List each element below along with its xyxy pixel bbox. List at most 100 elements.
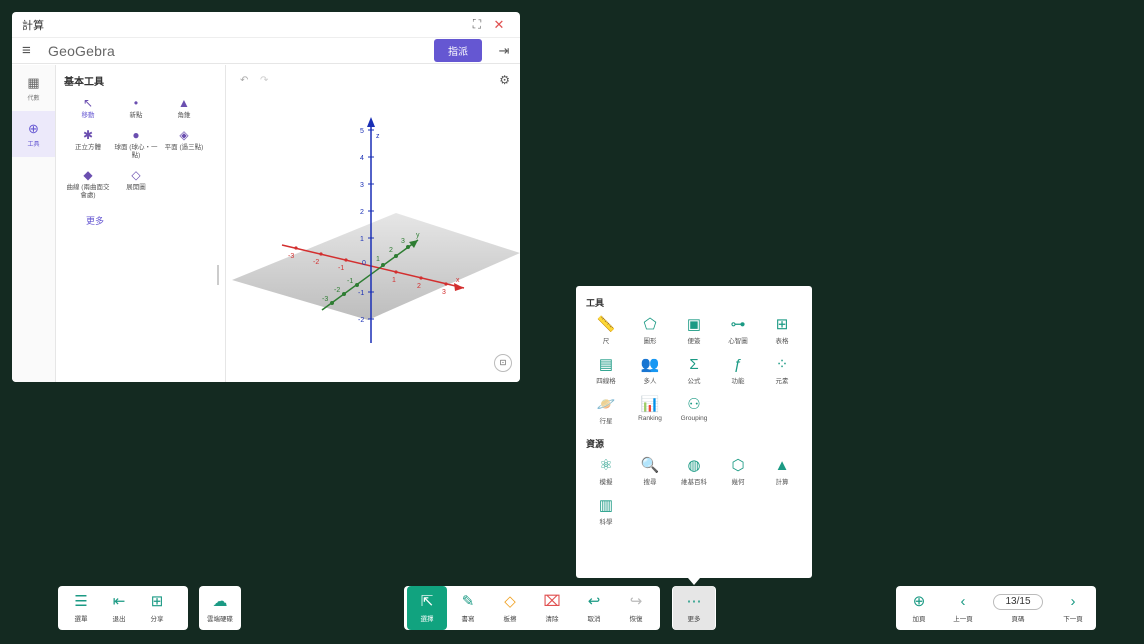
pen-button[interactable]: ✎ 書寫 <box>447 586 489 630</box>
popup-tool-label: Ranking <box>638 415 662 422</box>
x-axis-label: x <box>456 277 460 284</box>
center-toolbar: ⇱ 選擇 ✎ 書寫 ◇ 板擦 ⌧ 清除 ↩ 取消 ↪ 恢復 <box>404 586 660 630</box>
toolbar-label: 更多 <box>687 616 701 623</box>
toolbar-label: 退出 <box>112 616 126 623</box>
toolbar-label: 雲端硬碟 <box>207 616 233 623</box>
exit-button[interactable]: ⇤ 退出 <box>100 586 138 630</box>
tools-panel-heading: 基本工具 <box>64 77 104 88</box>
add-page-button[interactable]: ⊕ 加頁 <box>900 586 938 630</box>
popup-tool-four-line-grid[interactable]: ▤ 四線格 <box>584 355 628 385</box>
resource-label: 科學 <box>599 519 613 526</box>
cloud-drive-button[interactable]: ☁ 雲端硬碟 <box>201 586 239 630</box>
x-tick <box>444 282 448 286</box>
page-number-input[interactable]: 13/15 <box>993 593 1043 610</box>
popup-tool-formula[interactable]: Σ 公式 <box>672 355 716 385</box>
resource-label: 搜尋 <box>643 479 657 486</box>
formula-icon: Σ <box>689 356 699 373</box>
tool-new-point[interactable]: • 新點 <box>112 94 160 120</box>
resource-simulation[interactable]: ⚛ 模擬 <box>584 456 628 486</box>
z-tick-label: 5 <box>360 128 364 135</box>
cloud-toolbar: ☁ 雲端硬碟 <box>199 586 241 630</box>
maximize-icon[interactable]: ⛶ <box>466 17 488 32</box>
tools-scrollbar[interactable] <box>217 265 219 285</box>
tool-label: 新點 <box>129 112 143 119</box>
tool-label: 正立方體 <box>75 144 101 151</box>
ruler-icon: 📏 <box>596 316 616 333</box>
popup-tool-ranking[interactable]: 📊 Ranking <box>628 395 672 425</box>
rail-item-tools[interactable]: ⊕ 工具 <box>12 111 55 157</box>
popup-tool-multi-user[interactable]: 👥 多人 <box>628 355 672 385</box>
hamburger-menu-icon[interactable]: ≡ <box>22 42 44 59</box>
tool-pyramid[interactable]: ▲ 角錐 <box>160 94 208 120</box>
popup-tool-table[interactable]: ⊞ 表格 <box>760 315 804 345</box>
sign-in-icon[interactable]: ⇥ <box>496 43 512 59</box>
clear-button[interactable]: ⌧ 清除 <box>531 586 573 630</box>
sphere-icon: ● <box>132 128 140 142</box>
y-tick-label: 1 <box>376 256 380 263</box>
tool-cube[interactable]: ✱ 正立方體 <box>64 126 112 160</box>
popup-tool-planet[interactable]: 🪐 行星 <box>584 395 628 425</box>
resource-calculator[interactable]: ▲ 計算 <box>760 456 804 486</box>
popup-pointer <box>688 578 700 585</box>
clear-page-icon: ⌧ <box>543 593 561 610</box>
tool-plane[interactable]: ◈ 平面 (過三點) <box>160 126 208 160</box>
chevron-left-icon: ‹ <box>960 593 966 610</box>
more-button[interactable]: ⋯ 更多 <box>673 586 715 630</box>
popup-tool-elements[interactable]: ⁘ 元素 <box>760 355 804 385</box>
view-settings-icon[interactable]: ⊡ <box>494 354 512 372</box>
popup-tool-shapes[interactable]: ⬠ 圖形 <box>628 315 672 345</box>
sticky-note-icon: ▣ <box>686 316 702 333</box>
toolbar-label: 加頁 <box>912 616 926 623</box>
menu-button[interactable]: ☰ 選單 <box>62 586 100 630</box>
popup-tool-grouping[interactable]: ⚇ Grouping <box>672 395 716 425</box>
popup-tool-label: 元素 <box>775 378 789 385</box>
page-number-control[interactable]: 13/15 頁碼 <box>988 586 1048 630</box>
next-page-button[interactable]: › 下一頁 <box>1054 586 1092 630</box>
y-tick-label: -2 <box>334 287 340 294</box>
ranking-icon: 📊 <box>640 396 660 413</box>
rail-item-algebra[interactable]: ▦ 代數 <box>12 65 55 111</box>
popup-tool-function[interactable]: ƒ 功能 <box>716 355 760 385</box>
tool-net[interactable]: ◇ 展開圖 <box>112 166 160 200</box>
eraser-button[interactable]: ◇ 板擦 <box>489 586 531 630</box>
toolbar-label: 選擇 <box>420 616 434 623</box>
resource-label: 維基百科 <box>681 479 707 486</box>
popup-tool-mind-map[interactable]: ⊶ 心智圖 <box>716 315 760 345</box>
z-tick-label: -1 <box>358 290 364 297</box>
resource-geometry[interactable]: ⬡ 幾何 <box>716 456 760 486</box>
tool-move[interactable]: ↖ 移動 <box>64 94 112 120</box>
tool-intersect-curve[interactable]: ◆ 曲線 (兩曲面交會處) <box>64 166 112 200</box>
close-icon[interactable]: ✕ <box>488 17 510 33</box>
resource-wikipedia[interactable]: ◍ 維基百科 <box>672 456 716 486</box>
redo-button[interactable]: ↪ 恢復 <box>615 586 657 630</box>
more-tools-link[interactable]: 更多 <box>86 214 219 227</box>
graphics-3d-view[interactable]: ↶ ↷ ⚙ z 5 4 3 2 1 0 -1 -2 x -3 -2 -1 1 2… <box>226 65 520 382</box>
assign-button[interactable]: 指派 <box>434 39 482 62</box>
z-tick-label: 4 <box>360 155 364 162</box>
planet-icon: 🪐 <box>596 396 616 413</box>
left-toolbar: ☰ 選單 ⇤ 退出 ⊞ 分享 <box>58 586 188 630</box>
toolbar-label: 下一頁 <box>1063 616 1083 623</box>
z-tick-label: 2 <box>360 209 364 216</box>
tool-label: 球面 (球心・一點) <box>114 144 158 159</box>
toolbar-label: 分享 <box>150 616 164 623</box>
tool-sphere[interactable]: ● 球面 (球心・一點) <box>112 126 160 160</box>
move-arrow-icon: ↖ <box>82 96 94 110</box>
popup-tool-sticky-note[interactable]: ▣ 便簽 <box>672 315 716 345</box>
select-button[interactable]: ⇱ 選擇 <box>407 586 447 630</box>
share-button[interactable]: ⊞ 分享 <box>138 586 176 630</box>
plane-icon: ◈ <box>179 128 189 142</box>
resource-search[interactable]: 🔍 搜尋 <box>628 456 672 486</box>
previous-page-button[interactable]: ‹ 上一頁 <box>944 586 982 630</box>
four-line-grid-icon: ▤ <box>598 356 614 373</box>
select-pointer-icon: ⇱ <box>420 593 434 610</box>
x-tick <box>319 252 323 256</box>
undo-button[interactable]: ↩ 取消 <box>573 586 615 630</box>
side-rail: ▦ 代數 ⊕ 工具 <box>12 65 56 382</box>
y-tick-label: -3 <box>322 296 328 303</box>
popup-tool-ruler[interactable]: 📏 尺 <box>584 315 628 345</box>
science-icon: ▥ <box>598 497 614 514</box>
y-tick <box>342 292 346 296</box>
resource-science[interactable]: ▥ 科學 <box>584 496 628 526</box>
table-icon: ⊞ <box>775 316 789 333</box>
